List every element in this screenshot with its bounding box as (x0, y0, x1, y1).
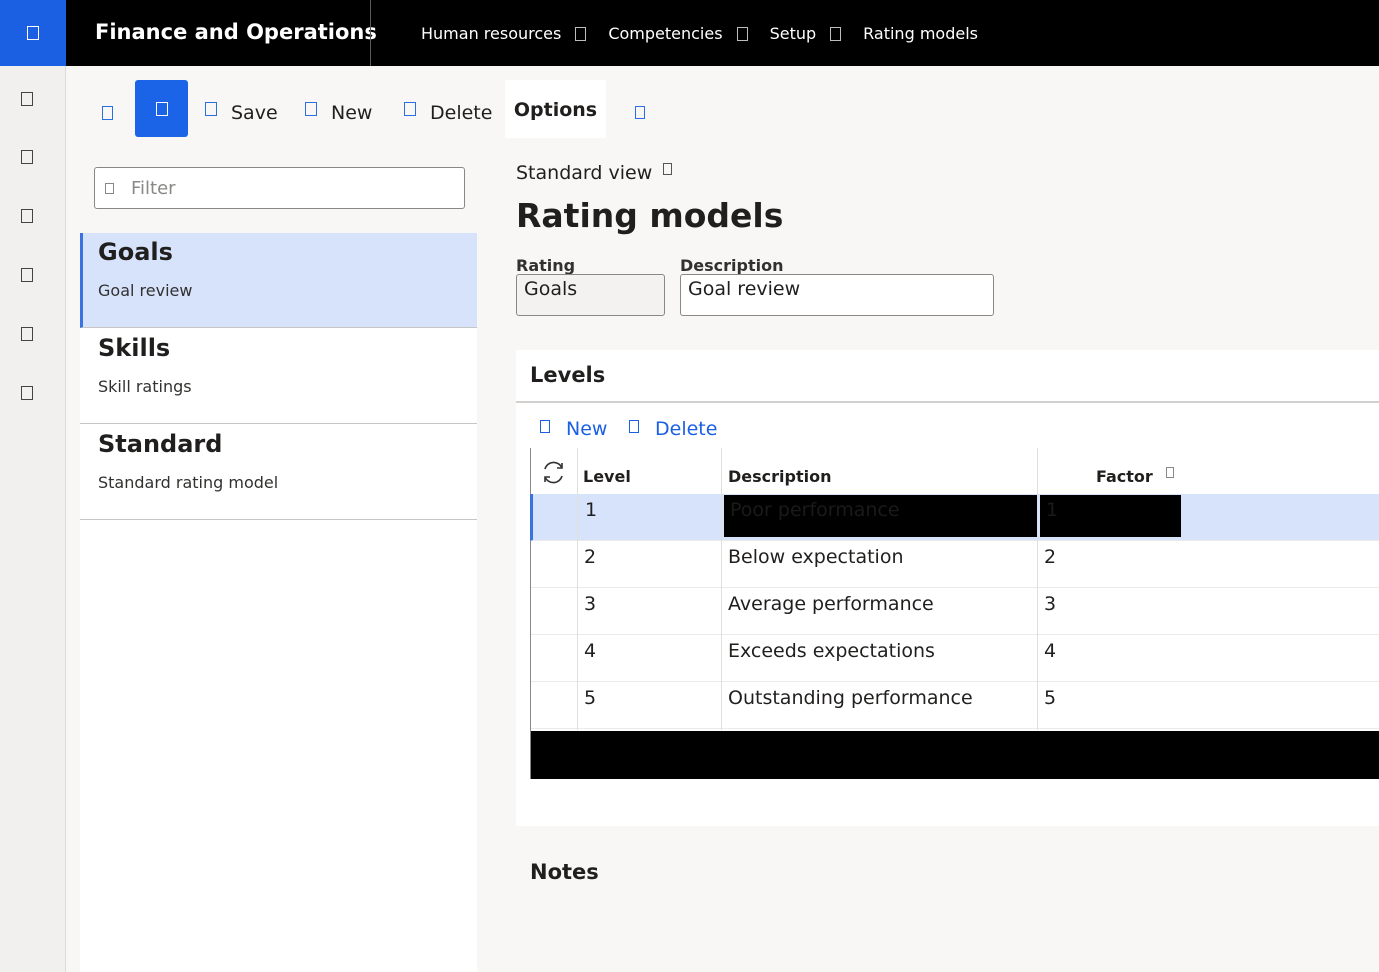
description-field[interactable]: Goal review (680, 274, 994, 316)
factor-cell[interactable]: 4 (1044, 640, 1056, 662)
level-cell[interactable]: 3 (584, 593, 596, 615)
new-button[interactable]: New (305, 102, 372, 124)
factor-cell[interactable]: 5 (1044, 687, 1056, 709)
grid-header: Level Description Factor (531, 448, 1379, 494)
grid-footer (531, 731, 1379, 779)
search-icon (105, 183, 114, 194)
filter-field[interactable] (94, 167, 465, 209)
star-icon[interactable] (21, 150, 33, 164)
options-tab[interactable]: Options (505, 80, 606, 138)
breadcrumb-setup[interactable]: Setup (770, 24, 817, 43)
view-selector[interactable]: Standard view (516, 162, 673, 184)
level-cell[interactable]: 2 (584, 546, 596, 568)
column-header-description[interactable]: Description (728, 467, 831, 486)
rating-field[interactable]: Goals (516, 274, 665, 316)
breadcrumb-competencies[interactable]: Competencies (608, 24, 722, 43)
top-bar-divider (370, 0, 371, 66)
chevron-right-icon (736, 26, 748, 41)
delete-icon (629, 419, 639, 433)
list-item-skills[interactable]: Skills Skill ratings (80, 329, 477, 424)
levels-grid: Level Description Factor 1 Poor performa… (530, 448, 1379, 779)
action-pane: Save New Delete Options (66, 66, 1379, 152)
factor-cell[interactable]: 2 (1044, 546, 1056, 568)
save-button[interactable]: Save (205, 102, 278, 124)
add-icon (540, 419, 550, 433)
description-cell[interactable]: Average performance (728, 593, 934, 615)
list-item-title: Goals (98, 238, 173, 266)
top-bar: Finance and Operations Human resources C… (0, 0, 1379, 66)
save-icon (205, 102, 217, 116)
description-cell[interactable]: Poor performance (724, 495, 1037, 537)
table-row[interactable]: 3 Average performance 3 (531, 588, 1379, 635)
home-icon[interactable] (21, 92, 33, 106)
list-item-subtitle: Goal review (98, 281, 193, 300)
rating-label: Rating (516, 256, 576, 275)
workspace-icon[interactable] (21, 268, 33, 282)
levels-delete-button[interactable]: Delete (629, 418, 717, 440)
factor-cell[interactable]: 3 (1044, 593, 1056, 615)
list-item-subtitle: Standard rating model (98, 473, 279, 492)
delete-button[interactable]: Delete (404, 102, 492, 124)
navigation-rail (0, 66, 66, 972)
list-item-standard[interactable]: Standard Standard rating model (80, 425, 477, 520)
description-cell[interactable]: Exceeds expectations (728, 640, 935, 662)
back-icon[interactable] (102, 106, 113, 120)
refresh-icon[interactable] (541, 460, 566, 485)
clock-icon[interactable] (21, 209, 33, 223)
factor-cell[interactable]: 1 (1040, 495, 1181, 537)
table-row[interactable]: 5 Outstanding performance 5 (531, 682, 1379, 729)
filter-input[interactable] (131, 178, 431, 199)
breadcrumb-human-resources[interactable]: Human resources (421, 24, 561, 43)
search-icon[interactable] (635, 106, 645, 119)
table-row[interactable]: 2 Below expectation 2 (531, 541, 1379, 588)
app-title[interactable]: Finance and Operations (95, 20, 377, 44)
table-row[interactable]: 4 Exceeds expectations 4 (531, 635, 1379, 682)
level-cell[interactable]: 5 (584, 687, 596, 709)
list-item-subtitle: Skill ratings (98, 377, 192, 396)
edit-button[interactable] (135, 80, 188, 137)
breadcrumb-rating-models[interactable]: Rating models (863, 24, 978, 43)
page-title: Rating models (516, 196, 784, 235)
description-label: Description (680, 256, 784, 275)
list-icon[interactable] (21, 327, 33, 341)
description-cell[interactable]: Below expectation (728, 546, 904, 568)
add-icon (305, 102, 317, 116)
notes-section-header[interactable]: Notes (530, 860, 599, 884)
modules-icon[interactable] (21, 386, 33, 400)
breadcrumb: Human resources Competencies Setup Ratin… (421, 24, 992, 43)
levels-new-button[interactable]: New (540, 418, 607, 440)
edit-icon (155, 101, 168, 116)
column-header-level[interactable]: Level (583, 467, 631, 486)
waffle-icon[interactable] (0, 0, 66, 66)
levels-section-header[interactable]: Levels (530, 363, 605, 387)
level-cell[interactable]: 1 (585, 499, 597, 521)
chevron-right-icon (830, 26, 842, 41)
column-header-factor[interactable]: Factor (1096, 467, 1175, 486)
list-item-title: Skills (98, 334, 171, 362)
level-cell[interactable]: 4 (584, 640, 596, 662)
section-divider (516, 401, 1379, 403)
column-divider (1037, 448, 1038, 730)
table-row[interactable]: 1 Poor performance 1 (530, 494, 1379, 541)
list-item-title: Standard (98, 430, 223, 458)
chevron-right-icon (575, 26, 587, 41)
filter-icon (1166, 467, 1175, 478)
column-divider (577, 448, 578, 730)
delete-icon (404, 102, 416, 116)
chevron-down-icon (663, 163, 673, 175)
description-cell[interactable]: Outstanding performance (728, 687, 973, 709)
column-divider (721, 448, 722, 730)
list-item-goals[interactable]: Goals Goal review (80, 233, 477, 328)
